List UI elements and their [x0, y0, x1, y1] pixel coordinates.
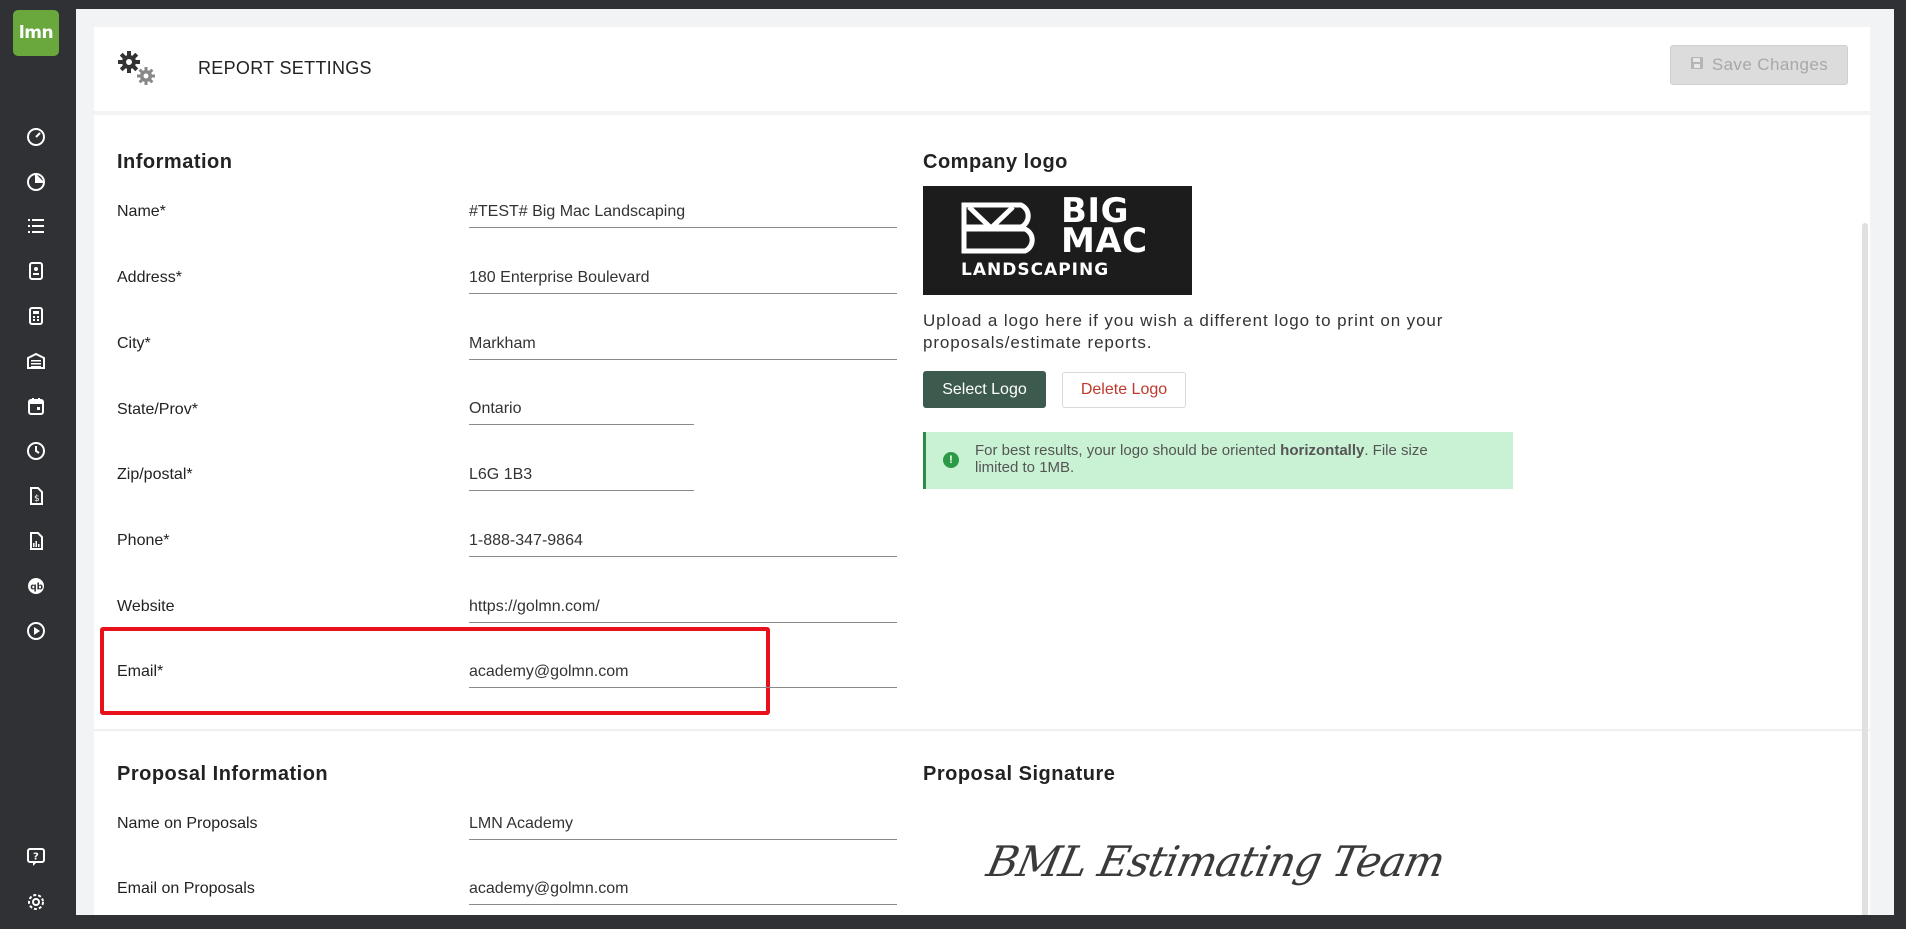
main-panel: REPORT SETTINGS Save Changes Information…: [76, 9, 1894, 915]
logo-info-alert: ! For best results, your logo should be …: [923, 432, 1513, 489]
timesheet-icon[interactable]: [24, 259, 48, 283]
floppy-disk-icon: [1690, 55, 1704, 75]
city-input[interactable]: [469, 335, 897, 360]
pie-chart-icon[interactable]: [24, 170, 48, 194]
calendar-icon[interactable]: [24, 394, 48, 418]
clock-icon[interactable]: [24, 439, 48, 463]
name-on-proposals-input[interactable]: [469, 815, 897, 840]
save-changes-label: Save Changes: [1711, 55, 1829, 74]
calculator-icon[interactable]: [24, 304, 48, 328]
proposal-signature-title: Proposal Signature: [923, 763, 1116, 785]
upload-logo-note: Upload a logo here if you wish a differe…: [923, 311, 1444, 352]
phone-label: Phone*: [117, 532, 170, 549]
email-on-proposals-input[interactable]: [469, 880, 897, 905]
proposal-signature-image: BML Estimating Team: [982, 837, 1449, 886]
zip-postal-label: Zip/postal*: [117, 466, 193, 483]
proposal-information-title: Proposal Information: [117, 763, 329, 785]
address-input[interactable]: [469, 269, 897, 294]
company-logo-wordmark: BIG MAC: [1061, 191, 1148, 261]
name-input[interactable]: [469, 203, 897, 228]
settings-content: Information Name* Address* City* State/P…: [94, 115, 1870, 915]
zip-postal-input[interactable]: [469, 466, 694, 491]
svg-text:$: $: [34, 494, 40, 504]
state-prov-input[interactable]: [469, 400, 694, 425]
name-on-proposals-label: Name on Proposals: [117, 815, 258, 832]
phone-input[interactable]: [469, 532, 897, 557]
city-label: City*: [117, 335, 151, 352]
state-prov-label: State/Prov*: [117, 401, 198, 418]
alert-info-icon: !: [943, 452, 959, 468]
warehouse-icon[interactable]: [24, 349, 48, 373]
svg-text:?: ?: [33, 852, 39, 863]
quickbooks-icon[interactable]: qb: [24, 574, 48, 598]
help-icon[interactable]: ?: [24, 845, 48, 869]
page-title: REPORT SETTINGS: [198, 58, 372, 78]
company-logo-title: Company logo: [923, 151, 1068, 173]
sidebar: lmn $ qb ?: [0, 0, 72, 929]
select-logo-button[interactable]: Select Logo: [923, 371, 1046, 408]
website-input[interactable]: [469, 598, 897, 623]
information-title: Information: [117, 151, 233, 173]
scrollbar[interactable]: [1862, 223, 1868, 915]
logo-info-message: For best results, your logo should be or…: [975, 442, 1428, 476]
company-logo-subtext: LANDSCAPING: [961, 260, 1110, 280]
email-label: Email*: [117, 663, 164, 680]
section-divider: [94, 729, 1870, 731]
address-label: Address*: [117, 269, 182, 286]
email-input[interactable]: [469, 663, 897, 688]
report-icon[interactable]: [24, 529, 48, 553]
dashboard-icon[interactable]: [24, 125, 48, 149]
website-label: Website: [117, 598, 175, 615]
company-logo-image: BIG MAC LANDSCAPING: [923, 186, 1192, 295]
save-changes-button[interactable]: Save Changes: [1670, 45, 1848, 85]
svg-text:qb: qb: [30, 583, 43, 593]
play-icon[interactable]: [24, 619, 48, 643]
settings-icon[interactable]: [24, 890, 48, 914]
page-header: REPORT SETTINGS Save Changes: [94, 27, 1870, 111]
lmn-logo[interactable]: lmn: [13, 10, 59, 56]
gears-icon: [116, 49, 160, 89]
delete-logo-button[interactable]: Delete Logo: [1062, 372, 1186, 408]
list-icon[interactable]: [24, 214, 48, 238]
name-label: Name*: [117, 203, 166, 220]
invoice-icon[interactable]: $: [24, 484, 48, 508]
email-on-proposals-label: Email on Proposals: [117, 880, 255, 897]
